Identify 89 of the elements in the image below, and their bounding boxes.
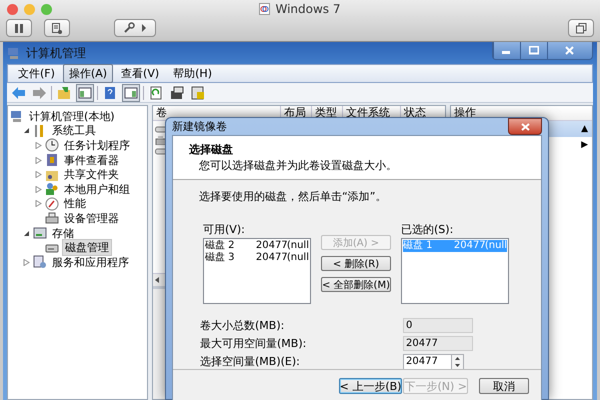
forward-icon [32, 86, 46, 100]
host-window-title: Windows 7 [275, 2, 340, 16]
arrow-glyph: ▶ [581, 140, 588, 150]
document-icon [52, 22, 62, 34]
tree-item[interactable]: 本地用户和组 [62, 182, 132, 197]
size-field[interactable]: 20477 [403, 354, 451, 370]
tree-item[interactable]: 系统工具 [50, 123, 98, 138]
close-button[interactable] [508, 118, 542, 135]
menu-item[interactable]: 操作(A) [62, 64, 114, 83]
help-icon [103, 86, 117, 100]
storage-icon [33, 226, 47, 240]
tree-item[interactable]: 任务计划程序 [62, 138, 132, 153]
list-label: 已选的(S): [401, 222, 454, 237]
pause-icon [15, 24, 23, 32]
action-pane-icon [124, 86, 138, 100]
list-label: 可用(V): [203, 222, 246, 237]
field-label: 卷大小总数(MB): [200, 318, 286, 333]
spin-up-icon[interactable] [455, 356, 460, 360]
export-button[interactable] [189, 84, 207, 102]
arrow-glyph: ▲ [581, 124, 588, 134]
close-icon[interactable] [7, 4, 18, 15]
list-move-button[interactable]: < 全部删除(M) [321, 277, 391, 292]
computer-icon [7, 46, 21, 60]
maximize-icon [529, 46, 539, 55]
collapsed-arrow-icon[interactable] [34, 156, 42, 164]
list-move-button[interactable]: < 删除(R) [321, 256, 391, 271]
disk-list[interactable]: 磁盘 2 20477(null 磁盘 3 20477(null [203, 238, 311, 304]
tree-item[interactable]: 设备管理器 [62, 210, 121, 226]
tree-item[interactable]: 磁盘管理 [62, 239, 112, 256]
step-heading: 选择磁盘 [189, 142, 234, 157]
properties-icon [170, 86, 184, 100]
collapsed-arrow-icon[interactable] [22, 258, 30, 266]
properties-button[interactable] [168, 84, 186, 102]
field-label: 最大可用空间量(MB): [200, 336, 308, 351]
back-icon [11, 86, 25, 100]
tree-item[interactable]: 存储 [50, 226, 76, 241]
pause-button[interactable] [6, 19, 32, 37]
scroll-left-icon [153, 276, 161, 284]
export-icon [191, 86, 205, 100]
close-icon [565, 46, 575, 55]
tree-item[interactable]: 性能 [62, 196, 88, 212]
device-icon [45, 211, 59, 226]
close-button[interactable] [547, 42, 592, 59]
book-icon [45, 153, 59, 168]
disk-drive-icon [155, 136, 167, 145]
refresh-icon [149, 86, 163, 100]
spin-down-icon[interactable] [455, 364, 460, 366]
computer-icon [10, 109, 24, 124]
menu-item[interactable]: 文件(F) [12, 64, 61, 83]
folder-icon [57, 86, 71, 100]
caret-icon [141, 24, 147, 32]
instruction-text: 选择要使用的磁盘，然后单击“添加”。 [199, 189, 388, 204]
field-label: 选择空间量(MB)(E): [200, 354, 301, 369]
vm-icon [259, 2, 270, 14]
tree-pane-button[interactable] [76, 84, 94, 102]
collapsed-arrow-icon[interactable] [34, 142, 42, 149]
close-icon [520, 122, 530, 130]
wizard-button[interactable]: 取消 [479, 378, 529, 394]
readonly-field: 0 [403, 318, 473, 333]
step-description: 您可以选择磁盘并为此卷设置磁盘大小。 [198, 158, 398, 173]
collapsed-arrow-icon[interactable] [34, 186, 42, 193]
dialog-title: 新建镜像卷 [172, 119, 227, 134]
services-icon [33, 255, 47, 270]
wizard-button[interactable]: < 上一步(B) [338, 378, 402, 394]
restore-icon [576, 22, 586, 34]
maximize-button[interactable] [520, 42, 547, 59]
settings-button[interactable] [114, 19, 156, 37]
expanded-arrow-icon[interactable] [22, 127, 30, 134]
collapsed-arrow-icon[interactable] [34, 171, 42, 178]
tree-item[interactable]: 计算机管理(本地) [27, 108, 117, 124]
users-icon [45, 182, 59, 196]
minimize-button[interactable] [493, 42, 520, 59]
expanded-arrow-icon[interactable] [22, 230, 30, 237]
tree-item[interactable]: 事件查看器 [62, 152, 121, 168]
tree-item[interactable]: 共享文件夹 [62, 167, 121, 182]
menu-item[interactable]: 查看(V) [115, 64, 166, 83]
collapsed-arrow-icon[interactable] [34, 200, 42, 208]
disk-list-item[interactable]: 磁盘 3 20477(null [205, 252, 309, 264]
tree-pane-icon [78, 86, 92, 100]
disk-list-item[interactable]: 磁盘 2 20477(null [205, 240, 309, 252]
restore-button[interactable] [568, 19, 594, 37]
snapshot-button[interactable] [44, 19, 70, 37]
window-title: 计算机管理 [26, 44, 86, 62]
menu-item[interactable]: 帮助(H) [167, 64, 218, 83]
tree-item[interactable]: 服务和应用程序 [50, 254, 131, 270]
action-pane-button[interactable] [122, 84, 140, 102]
readonly-field: 20477 [403, 336, 473, 351]
clock-icon [45, 138, 59, 152]
gauge-icon [45, 196, 59, 211]
